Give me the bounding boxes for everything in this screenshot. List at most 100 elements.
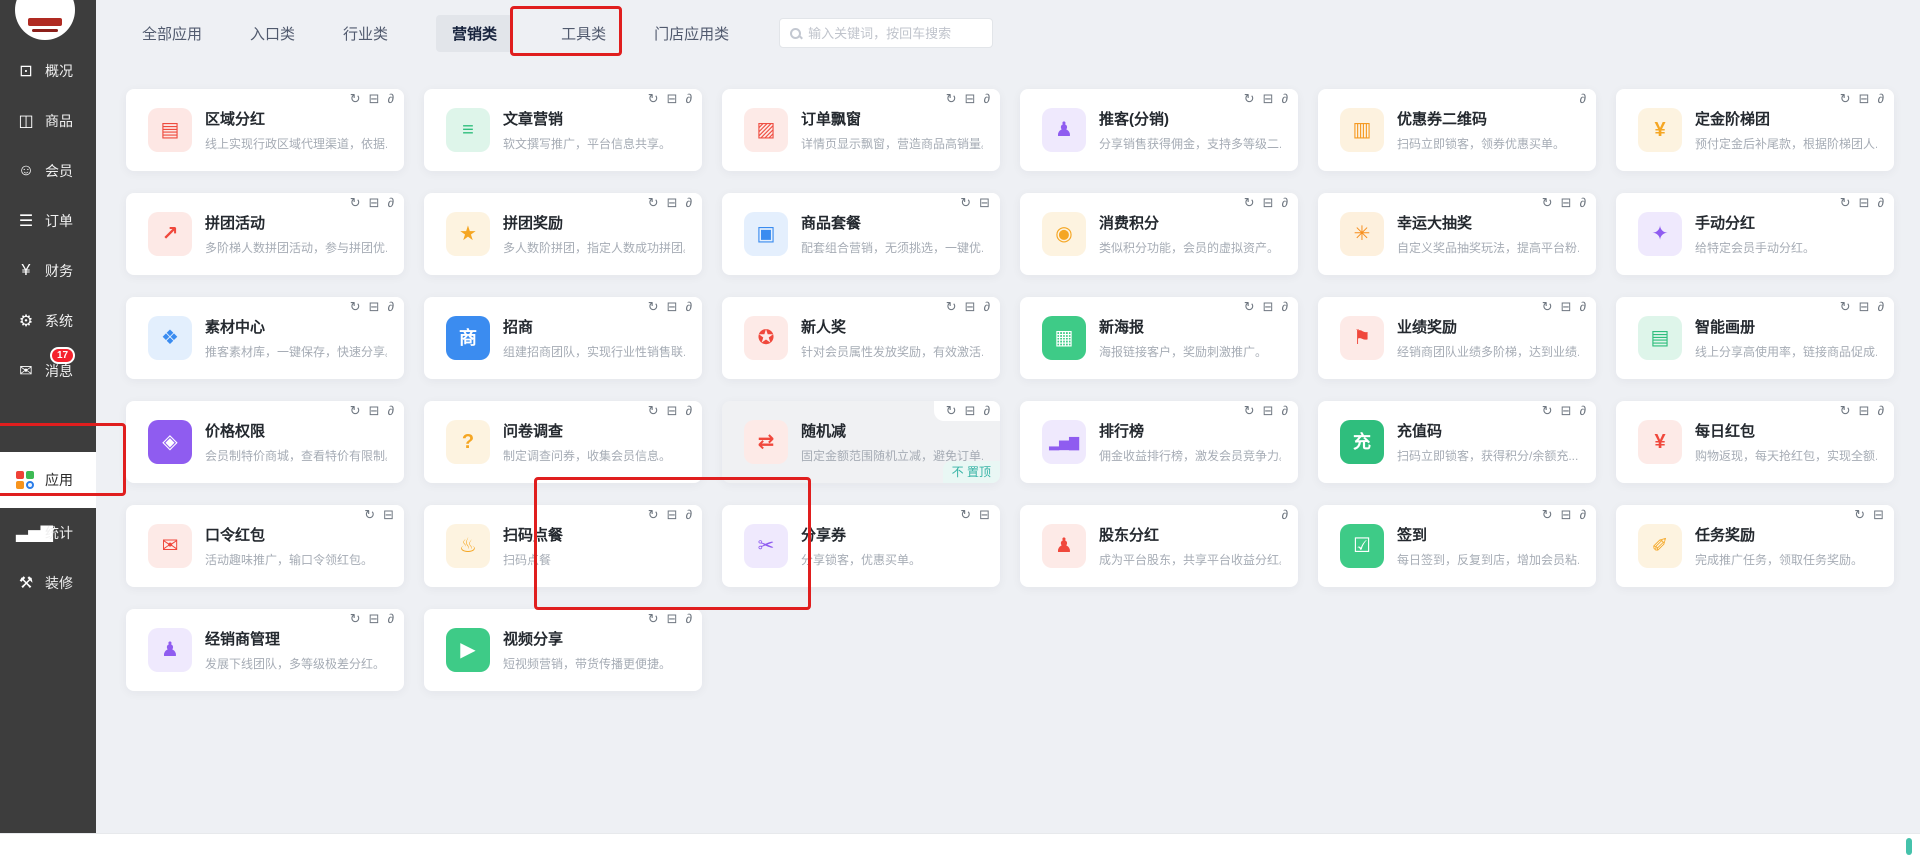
search-input[interactable] [808,26,984,41]
refresh-icon[interactable]: ↻ [946,300,957,313]
scrollbar-thumb[interactable] [1906,838,1912,855]
app-card-12[interactable]: ↻⊟∂ ✦ 手动分红 给特定会员手动分红。 [1616,193,1894,275]
sidebar-item-decorate[interactable]: ⚒ 装修 [0,558,96,608]
delete-icon[interactable]: ⊟ [369,300,380,313]
app-card-1[interactable]: ↻⊟∂ ▤ 区域分红 线上实现行政区域代理渠道，依据... [126,89,404,171]
delete-icon[interactable]: ⊟ [1263,196,1274,209]
link-icon[interactable]: ∂ [1580,404,1586,417]
sidebar-item-apps[interactable]: 应用 [0,452,96,508]
link-icon[interactable]: ∂ [1282,508,1288,521]
app-card-31[interactable]: ↻⊟∂ ♟ 经销商管理 发展下线团队，多等级极差分红。 [126,609,404,691]
delete-icon[interactable]: ⊟ [369,404,380,417]
refresh-icon[interactable]: ↻ [1840,196,1851,209]
tab-entry[interactable]: 入口类 [250,23,295,44]
app-card-4[interactable]: ↻⊟∂ ♟ 推客(分销) 分享销售获得佣金，支持多等级二... [1020,89,1298,171]
link-icon[interactable]: ∂ [1878,196,1884,209]
sidebar-item-overview[interactable]: ⊡ 概况 [0,46,96,96]
link-icon[interactable]: ∂ [686,508,692,521]
link-icon[interactable]: ∂ [1282,404,1288,417]
refresh-icon[interactable]: ↻ [946,92,957,105]
app-card-30[interactable]: ↻⊟ ✐ 任务奖励 完成推广任务，领取任务奖励。 [1616,505,1894,587]
refresh-icon[interactable]: ↻ [1542,508,1553,521]
link-icon[interactable]: ∂ [686,404,692,417]
app-card-17[interactable]: ↻⊟∂ ⚑ 业绩奖励 经销商团队业绩多阶梯，达到业绩... [1318,297,1596,379]
refresh-icon[interactable]: ↻ [946,404,957,417]
app-card-19[interactable]: ↻⊟∂ ◈ 价格权限 会员制特价商城，查看特价有限制。 [126,401,404,483]
app-card-3[interactable]: ↻⊟∂ ▨ 订单飘窗 详情页显示飘窗，营造商品高销量。 [722,89,1000,171]
delete-icon[interactable]: ⊟ [1859,404,1870,417]
refresh-icon[interactable]: ↻ [648,404,659,417]
refresh-icon[interactable]: ↻ [648,300,659,313]
refresh-icon[interactable]: ↻ [1542,196,1553,209]
link-icon[interactable]: ∂ [686,92,692,105]
search-box[interactable] [779,18,993,48]
tab-industry[interactable]: 行业类 [343,23,388,44]
refresh-icon[interactable]: ↻ [1840,404,1851,417]
app-card-13[interactable]: ↻⊟∂ ❖ 素材中心 推客素材库，一键保存，快速分享。 [126,297,404,379]
app-card-5[interactable]: ∂ ▥ 优惠券二维码 扫码立即锁客，领券优惠买单。 [1318,89,1596,171]
delete-icon[interactable]: ⊟ [965,404,976,417]
link-icon[interactable]: ∂ [1282,92,1288,105]
refresh-icon[interactable]: ↻ [364,508,375,521]
link-icon[interactable]: ∂ [1580,196,1586,209]
app-card-6[interactable]: ↻⊟∂ ¥ 定金阶梯团 预付定金后补尾款，根据阶梯团人... [1616,89,1894,171]
delete-icon[interactable]: ⊟ [1859,92,1870,105]
delete-icon[interactable]: ⊟ [1561,196,1572,209]
refresh-icon[interactable]: ↻ [350,612,361,625]
delete-icon[interactable]: ⊟ [1561,300,1572,313]
refresh-icon[interactable]: ↻ [1840,300,1851,313]
app-card-9[interactable]: ↻⊟ ▣ 商品套餐 配套组合营销，无须挑选，一键优... [722,193,1000,275]
refresh-icon[interactable]: ↻ [350,92,361,105]
link-icon[interactable]: ∂ [388,196,394,209]
app-card-24[interactable]: ↻⊟∂ ¥ 每日红包 购物返现，每天抢红包，实现全额... [1616,401,1894,483]
link-icon[interactable]: ∂ [388,404,394,417]
app-card-28[interactable]: ∂ ♟ 股东分红 成为平台股东，共享平台收益分红。 [1020,505,1298,587]
delete-icon[interactable]: ⊟ [369,196,380,209]
app-card-22[interactable]: ↻⊟∂ ▂▅▇ 排行榜 佣金收益排行榜，激发会员竞争力。 [1020,401,1298,483]
delete-icon[interactable]: ⊟ [667,404,678,417]
link-icon[interactable]: ∂ [984,404,990,417]
link-icon[interactable]: ∂ [1878,404,1884,417]
link-icon[interactable]: ∂ [1878,92,1884,105]
delete-icon[interactable]: ⊟ [1561,404,1572,417]
sidebar-item-system[interactable]: ⚙ 系统 [0,296,96,346]
app-card-18[interactable]: ↻⊟∂ ▤ 智能画册 线上分享高使用率，链接商品促成... [1616,297,1894,379]
app-card-23[interactable]: ↻⊟∂ 充 充值码 扫码立即锁客，获得积分/余额充... [1318,401,1596,483]
refresh-icon[interactable]: ↻ [1244,404,1255,417]
link-icon[interactable]: ∂ [686,196,692,209]
refresh-icon[interactable]: ↻ [648,196,659,209]
app-card-8[interactable]: ↻⊟∂ ★ 拼团奖励 多人数阶拼团，指定人数成功拼团。 [424,193,702,275]
link-icon[interactable]: ∂ [1282,196,1288,209]
sidebar-item-orders[interactable]: ☰ 订单 [0,196,96,246]
tab-tools[interactable]: 工具类 [561,23,606,44]
refresh-icon[interactable]: ↻ [648,92,659,105]
app-card-21[interactable]: ↻⊟∂ ⇄ 随机减 固定金额范围随机立减，避免订单... 不 置顶 [722,401,1000,483]
delete-icon[interactable]: ⊟ [965,92,976,105]
sidebar-item-finance[interactable]: ¥ 财务 [0,246,96,296]
delete-icon[interactable]: ⊟ [667,508,678,521]
delete-icon[interactable]: ⊟ [1873,508,1884,521]
delete-icon[interactable]: ⊟ [383,508,394,521]
app-card-16[interactable]: ↻⊟∂ ▦ 新海报 海报链接客户，奖励刺激推广。 [1020,297,1298,379]
sidebar-item-members[interactable]: ☺ 会员 [0,146,96,196]
sidebar-item-messages[interactable]: ✉ 消息 17 [0,346,96,396]
delete-icon[interactable]: ⊟ [667,196,678,209]
link-icon[interactable]: ∂ [1580,92,1586,105]
delete-icon[interactable]: ⊟ [667,612,678,625]
delete-icon[interactable]: ⊟ [1263,92,1274,105]
sidebar-item-stats[interactable]: ▃▅▇ 统计 [0,508,96,558]
link-icon[interactable]: ∂ [984,92,990,105]
refresh-icon[interactable]: ↻ [350,404,361,417]
refresh-icon[interactable]: ↻ [1840,92,1851,105]
link-icon[interactable]: ∂ [1282,300,1288,313]
refresh-icon[interactable]: ↻ [1542,404,1553,417]
delete-icon[interactable]: ⊟ [1561,508,1572,521]
app-card-26[interactable]: ↻⊟∂ ♨ 扫码点餐 扫码点餐 [424,505,702,587]
app-card-27[interactable]: ↻⊟ ✂ 分享券 分享锁客，优惠买单。 [722,505,1000,587]
refresh-icon[interactable]: ↻ [648,612,659,625]
link-icon[interactable]: ∂ [1580,508,1586,521]
delete-icon[interactable]: ⊟ [1859,300,1870,313]
refresh-icon[interactable]: ↻ [350,196,361,209]
refresh-icon[interactable]: ↻ [1244,92,1255,105]
app-card-10[interactable]: ↻⊟∂ ◉ 消费积分 类似积分功能，会员的虚拟资产。 [1020,193,1298,275]
